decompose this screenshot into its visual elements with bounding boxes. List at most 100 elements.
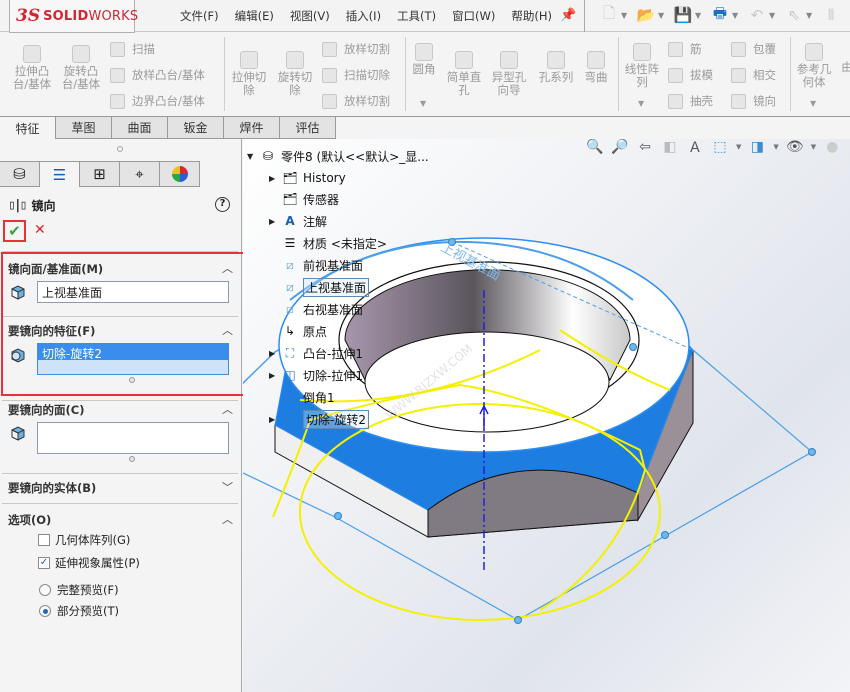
tree-item[interactable]: ▶ 🗂 History [269, 169, 346, 187]
sweep-cut-button[interactable]: 扫描切除 [322, 67, 390, 83]
full-preview-radio[interactable] [39, 584, 51, 596]
save-icon[interactable]: 💾 [674, 5, 693, 25]
hole-wizard-button[interactable]: 异型孔 向导 [489, 51, 529, 97]
expand-arrow-icon[interactable]: ▶ [269, 217, 281, 226]
print-dropdown-icon[interactable]: ▼ [732, 11, 740, 20]
boundary-cut-button[interactable]: 放样切割 [322, 93, 390, 109]
plane-handle[interactable] [629, 343, 637, 351]
select-pointer-icon[interactable]: ⇖ [785, 5, 803, 25]
view-orientation-icon[interactable]: ⬚ [711, 139, 729, 156]
extrude-boss-button[interactable]: 拉伸凸 台/基体 [10, 45, 54, 91]
open-dropdown-icon[interactable]: ▼ [658, 11, 666, 20]
dimxpert-tab[interactable]: ⌖ [120, 161, 160, 187]
list-resize-handle[interactable] [129, 456, 135, 462]
collapse-arrow-icon[interactable]: ▼ [247, 152, 259, 161]
help-icon[interactable]: ? [215, 197, 230, 212]
pattern-dropdown-icon[interactable]: ▼ [638, 99, 644, 108]
tree-item[interactable]: ▶ A 注解 [269, 212, 327, 230]
rebuild-icon[interactable]: ⦀ [822, 5, 840, 25]
curves-button[interactable]: 由 [840, 61, 850, 74]
print-icon[interactable]: 🖶 [711, 4, 729, 25]
menu-edit[interactable]: 编辑(E) [235, 8, 274, 24]
mirror-plane-field[interactable]: 上视基准面 [37, 281, 229, 303]
fillet-button[interactable]: 圆角 [408, 43, 440, 76]
open-folder-icon[interactable]: 📂 [637, 5, 656, 25]
geometry-pattern-checkbox[interactable] [38, 534, 50, 546]
ok-button[interactable]: ✔ [3, 220, 26, 242]
plane-handle[interactable] [514, 616, 522, 624]
menu-view[interactable]: 视图(V) [290, 8, 330, 24]
edit-appearance-icon[interactable]: ● [823, 139, 841, 156]
property-manager-tab[interactable]: ☰ [40, 161, 80, 187]
plane-handle[interactable] [808, 448, 816, 456]
revolve-boss-button[interactable]: 旋转凸 台/基体 [59, 45, 103, 91]
list-resize-handle[interactable] [129, 377, 135, 383]
zoom-to-area-icon[interactable]: 🔎 [611, 139, 629, 156]
plane-handle[interactable] [661, 531, 669, 539]
display-style-dropdown-icon[interactable]: ▼ [773, 143, 778, 151]
propagate-visual-checkbox[interactable]: ✓ [38, 557, 50, 569]
collapse-chevron-icon[interactable]: ︿ [222, 260, 233, 276]
collapse-chevron-icon[interactable]: ︿ [222, 511, 233, 527]
dynamic-annotation-icon[interactable]: Ａ [686, 139, 704, 156]
tab-sketch[interactable]: 草图 [56, 117, 112, 139]
configuration-manager-tab[interactable]: ⊞ [80, 161, 120, 187]
hole-series-button[interactable]: 孔系列 [534, 51, 578, 84]
loft-boss-button[interactable]: 放样凸台/基体 [110, 67, 205, 83]
full-preview-option[interactable]: 完整预览(F) [39, 582, 119, 598]
ref-geometry-dropdown-icon[interactable]: ▼ [810, 99, 816, 108]
tree-item[interactable]: ⬡ 倒角1 [269, 388, 335, 406]
hide-show-dropdown-icon[interactable]: ▼ [811, 143, 816, 151]
flex-button[interactable]: 弯曲 [580, 51, 612, 84]
revolve-cut-button[interactable]: 旋转切 除 [274, 51, 316, 97]
faces-to-mirror-list[interactable] [37, 422, 229, 454]
tree-item[interactable]: ☰ 材质 <未指定> [269, 234, 387, 252]
propagate-visual-option[interactable]: ✓ 延伸视象属性(P) [38, 555, 140, 571]
new-document-icon[interactable]: 🗋 [600, 4, 618, 25]
collapse-chevron-icon[interactable]: ︿ [222, 401, 233, 417]
undo-dropdown-icon[interactable]: ▼ [769, 11, 777, 20]
save-dropdown-icon[interactable]: ▼ [695, 11, 703, 20]
tree-item[interactable]: ↳ 原点 [269, 322, 327, 340]
mirror-button[interactable]: 镜向 [731, 93, 776, 109]
features-to-mirror-list[interactable]: 切除-旋转2 [37, 343, 229, 375]
expand-chevron-icon[interactable]: ﹀ [222, 479, 233, 495]
menu-window[interactable]: 窗口(W) [452, 8, 495, 24]
tab-sheet-metal[interactable]: 钣金 [168, 117, 224, 139]
fillet-dropdown-icon[interactable]: ▼ [420, 99, 426, 108]
tree-item-selected[interactable]: ▶ ⩌ 切除-旋转2 [269, 410, 369, 429]
menu-file[interactable]: 文件(F) [180, 8, 219, 24]
hide-show-items-icon[interactable]: 👁 [786, 139, 804, 156]
tab-features[interactable]: 特征 [0, 117, 56, 139]
sweep-button[interactable]: 扫描 [110, 41, 155, 57]
expand-arrow-icon[interactable]: ▶ [269, 174, 281, 183]
expand-arrow-icon[interactable]: ▶ [269, 415, 281, 424]
shell-button[interactable]: 抽壳 [668, 93, 713, 109]
display-style-icon[interactable]: ◨ [748, 139, 766, 156]
collapse-chevron-icon[interactable]: ︿ [222, 322, 233, 338]
partial-preview-radio[interactable] [39, 605, 51, 617]
extrude-cut-button[interactable]: 拉伸切 除 [228, 51, 270, 97]
geometry-pattern-option[interactable]: 几何体阵列(G) [38, 532, 130, 548]
display-manager-tab[interactable] [160, 161, 200, 187]
expand-arrow-icon[interactable]: ▶ [269, 349, 281, 358]
panel-resize-handle[interactable] [117, 146, 123, 152]
menu-help[interactable]: 帮助(H) [511, 8, 552, 24]
reference-geometry-button[interactable]: 参考几 何体 [794, 43, 834, 89]
simple-hole-button[interactable]: 简单直 孔 [444, 51, 484, 97]
graphics-area[interactable]: 上视基准面 WWW.RJZXW.COM 🔍 🔎 ⇦ ◧ Ａ ⬚ ▼ ◨ ▼ 👁 ▼ ●… [243, 139, 850, 692]
feature-list-item[interactable]: 切除-旋转2 [38, 344, 228, 361]
tree-item[interactable]: ⧄ 右视基准面 [269, 300, 363, 318]
tree-item[interactable]: 🗂 传感器 [269, 190, 339, 208]
tree-item[interactable]: ▶ ⛶ 凸台-拉伸1 [269, 344, 363, 362]
pin-icon[interactable]: 📌 [560, 8, 576, 23]
expand-arrow-icon[interactable]: ▶ [269, 371, 281, 380]
select-dropdown-icon[interactable]: ▼ [806, 11, 814, 20]
boundary-boss-button[interactable]: 边界凸台/基体 [110, 93, 205, 109]
intersect-button[interactable]: 相交 [731, 67, 776, 83]
undo-icon[interactable]: ↶ [748, 5, 766, 25]
feature-manager-tab[interactable]: ⛁ [0, 161, 40, 187]
draft-button[interactable]: 拔模 [668, 67, 713, 83]
section-view-icon[interactable]: ◧ [661, 139, 679, 156]
linear-pattern-button[interactable]: 线性阵 列 [622, 43, 662, 89]
